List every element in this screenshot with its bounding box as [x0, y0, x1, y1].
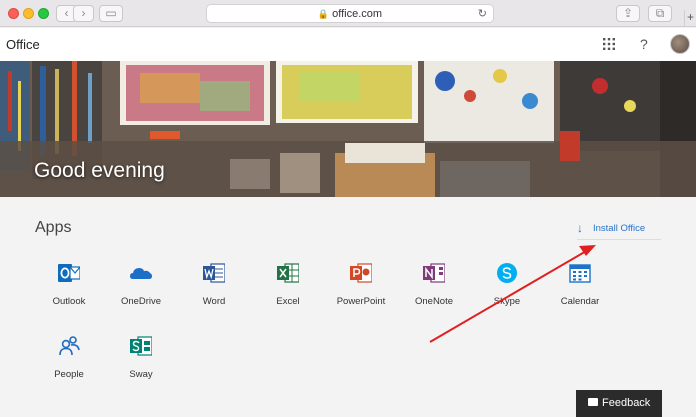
comment-icon: [588, 398, 598, 406]
sidebar-icon: ▭: [105, 6, 117, 20]
app-tile-people[interactable]: People: [32, 335, 106, 395]
app-label: Sway: [129, 369, 153, 380]
app-label: Calendar: [560, 296, 600, 307]
app-tile-sway[interactable]: Sway: [104, 335, 178, 395]
tabs-icon: ⧉: [655, 6, 665, 20]
install-office-link[interactable]: ↓ Install Office: [577, 219, 661, 240]
address-url: office.com: [332, 8, 383, 20]
chevron-right-icon: ›: [81, 6, 86, 20]
forward-button[interactable]: ›: [73, 5, 94, 22]
app-tile-calendar[interactable]: Calendar: [543, 262, 617, 322]
address-bar[interactable]: 🔒 office.com ↻: [206, 4, 494, 23]
app-label: Word: [202, 296, 226, 307]
app-label: Outlook: [52, 296, 86, 307]
skype-icon: [497, 263, 517, 283]
reload-icon[interactable]: ↻: [478, 7, 487, 20]
calendar-icon: [569, 264, 591, 283]
zoom-window-button[interactable]: [38, 8, 49, 19]
browser-toolbar: ‹ › ▭ 🔒 office.com ↻ ⇪ ⧉ +: [0, 0, 696, 27]
lock-icon: 🔒: [317, 9, 330, 19]
install-office-label: Install Office: [593, 223, 646, 234]
app-tile-outlook[interactable]: Outlook: [32, 262, 106, 322]
app-tile-onedrive[interactable]: OneDrive: [104, 262, 178, 322]
main-content: Apps ↓ Install Office Outlook OneDrive W…: [0, 197, 696, 417]
new-tab-button[interactable]: +: [684, 10, 696, 27]
app-label: OneDrive: [120, 296, 162, 307]
show-tabs-button[interactable]: ⧉: [648, 5, 672, 22]
hero-banner: Good evening: [0, 61, 696, 197]
app-tile-onenote[interactable]: OneNote: [397, 262, 471, 322]
apps-heading: Apps: [35, 219, 72, 236]
sway-icon: [130, 336, 152, 356]
office-header: Office ?: [0, 28, 696, 61]
download-icon: ↓: [577, 221, 583, 235]
onenote-icon: [423, 263, 445, 283]
app-label: Skype: [493, 296, 521, 307]
close-window-button[interactable]: [8, 8, 19, 19]
greeting-heading: Good evening: [34, 159, 165, 182]
help-icon[interactable]: ?: [640, 36, 648, 52]
office-title[interactable]: Office: [6, 37, 40, 52]
chevron-left-icon: ‹: [64, 6, 69, 20]
app-label: People: [54, 369, 84, 380]
app-tile-excel[interactable]: Excel: [251, 262, 325, 322]
powerpoint-icon: [350, 263, 372, 283]
app-label: OneNote: [414, 296, 454, 307]
app-tile-skype[interactable]: Skype: [470, 262, 544, 322]
avatar[interactable]: [670, 34, 690, 54]
app-tile-word[interactable]: Word: [177, 262, 251, 322]
share-button[interactable]: ⇪: [616, 5, 640, 22]
onedrive-icon: [130, 268, 152, 279]
feedback-label: Feedback: [602, 397, 651, 409]
word-icon: [203, 263, 225, 283]
app-label: PowerPoint: [336, 296, 386, 307]
feedback-button[interactable]: Feedback: [576, 390, 662, 417]
outlook-icon: [58, 264, 80, 282]
app-label: Excel: [276, 296, 300, 307]
plus-icon: +: [686, 10, 694, 24]
share-icon: ⇪: [622, 6, 634, 20]
app-tile-powerpoint[interactable]: PowerPoint: [324, 262, 398, 322]
people-icon: [59, 336, 80, 356]
sidebar-toggle-button[interactable]: ▭: [99, 5, 123, 22]
minimize-window-button[interactable]: [23, 8, 34, 19]
screenshot-root: ‹ › ▭ 🔒 office.com ↻ ⇪ ⧉ + Office ? Good…: [0, 0, 696, 417]
excel-icon: [277, 263, 299, 283]
app-launcher-icon[interactable]: [603, 37, 615, 53]
